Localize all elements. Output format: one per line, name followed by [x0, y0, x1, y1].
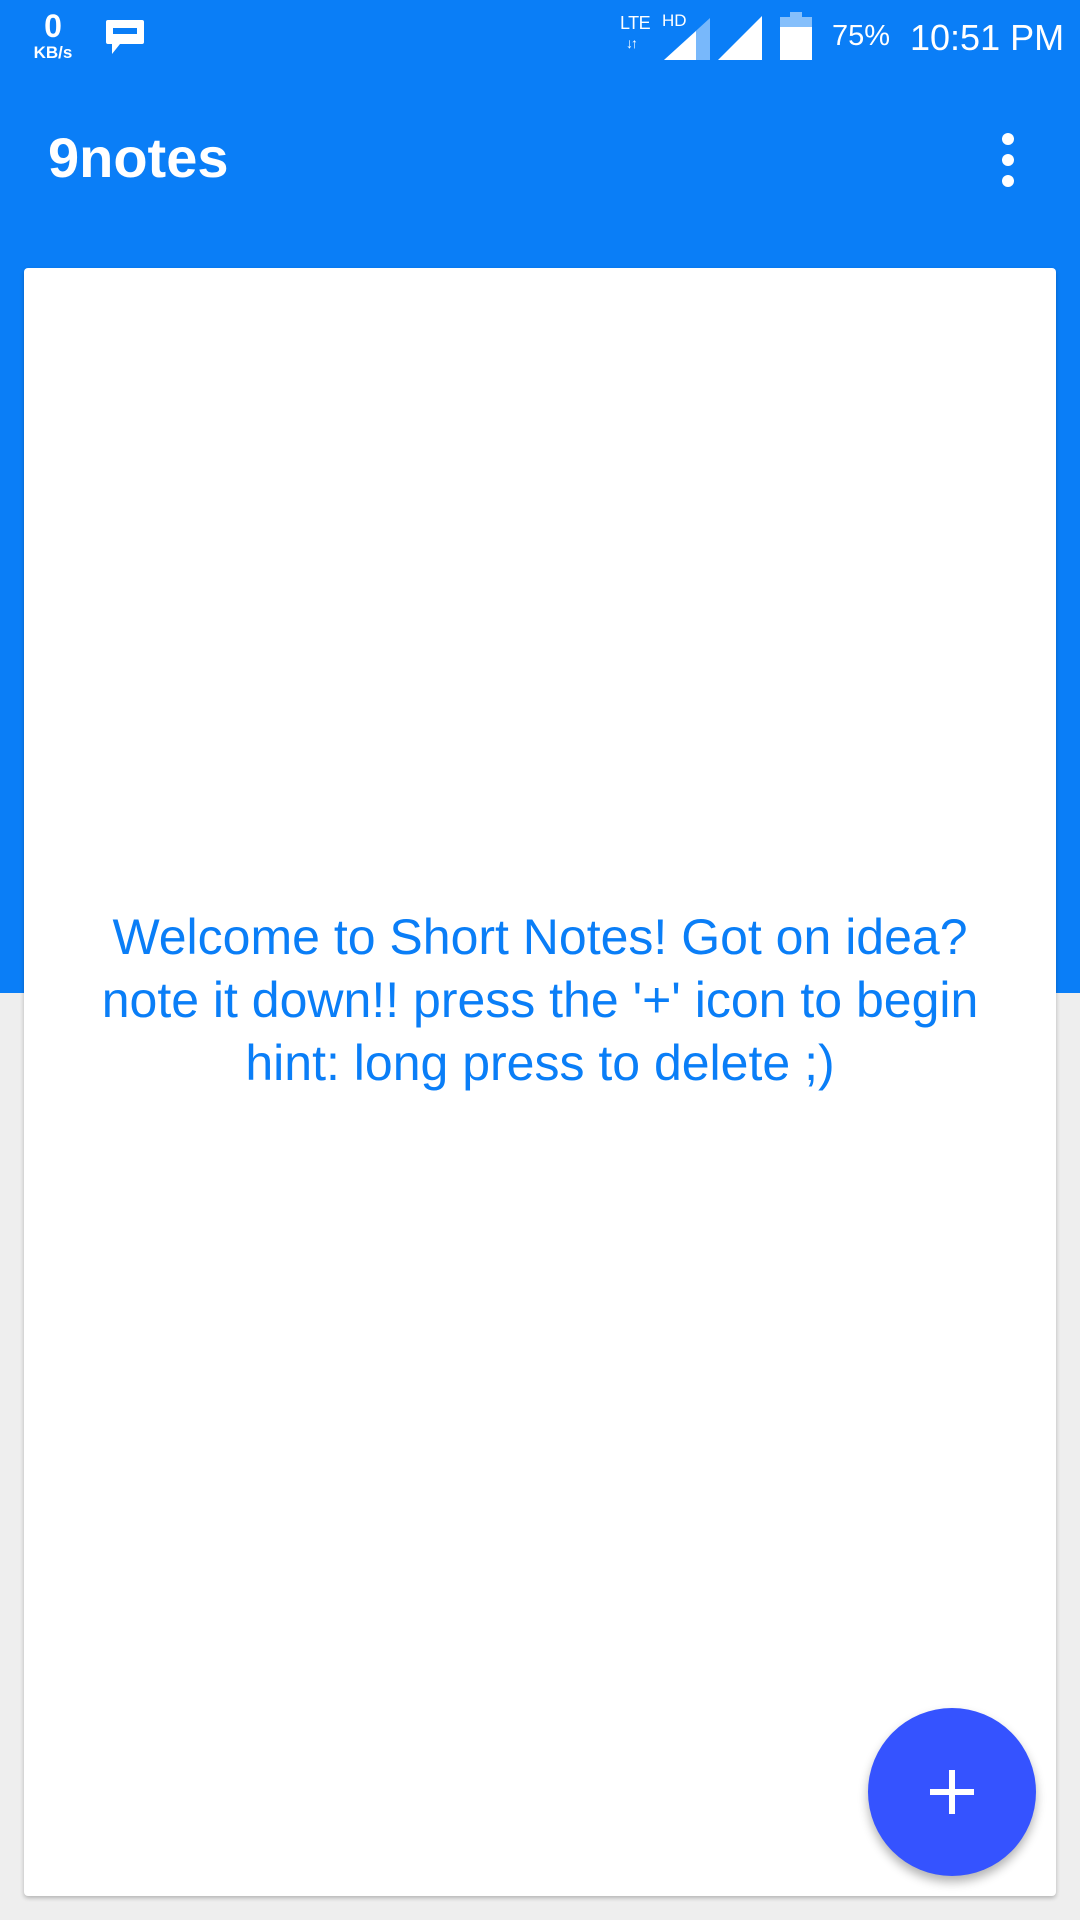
more-vert-icon-dot: [1002, 175, 1014, 187]
welcome-line: hint: long press to delete ;): [245, 1035, 835, 1091]
app-title: 9notes: [48, 126, 229, 189]
clock: 10:51 PM: [910, 17, 1065, 58]
network-type-label: LTE: [620, 13, 651, 33]
welcome-message: Welcome to Short Notes! Got on idea? not…: [24, 906, 1056, 1095]
plus-icon: [930, 1770, 974, 1814]
signal-icon: [718, 16, 762, 60]
message-icon: [106, 20, 144, 54]
network-speed-value: 0: [44, 8, 62, 44]
more-vert-icon: [1002, 133, 1014, 145]
battery-percent: 75%: [832, 20, 891, 52]
more-options-button[interactable]: [984, 124, 1032, 196]
welcome-line: Welcome to Short Notes! Got on idea?: [112, 909, 968, 965]
status-bar: 0 KB/s LTE ↓↑ HD 75% 10:51 PM: [0, 0, 1080, 78]
welcome-line: note it down!! press the '+' icon to beg…: [101, 972, 979, 1028]
battery-icon: [780, 12, 812, 60]
network-speed-unit: KB/s: [33, 43, 73, 62]
add-note-button[interactable]: [868, 1708, 1036, 1876]
more-vert-icon-dot: [1002, 154, 1014, 166]
notes-card: Welcome to Short Notes! Got on idea? not…: [24, 268, 1056, 1896]
lte-indicator: LTE ↓↑: [620, 14, 666, 60]
data-activity-arrows: ↓↑: [626, 35, 638, 51]
network-speed-indicator: 0 KB/s: [24, 10, 82, 61]
signal-icon: [664, 18, 710, 60]
